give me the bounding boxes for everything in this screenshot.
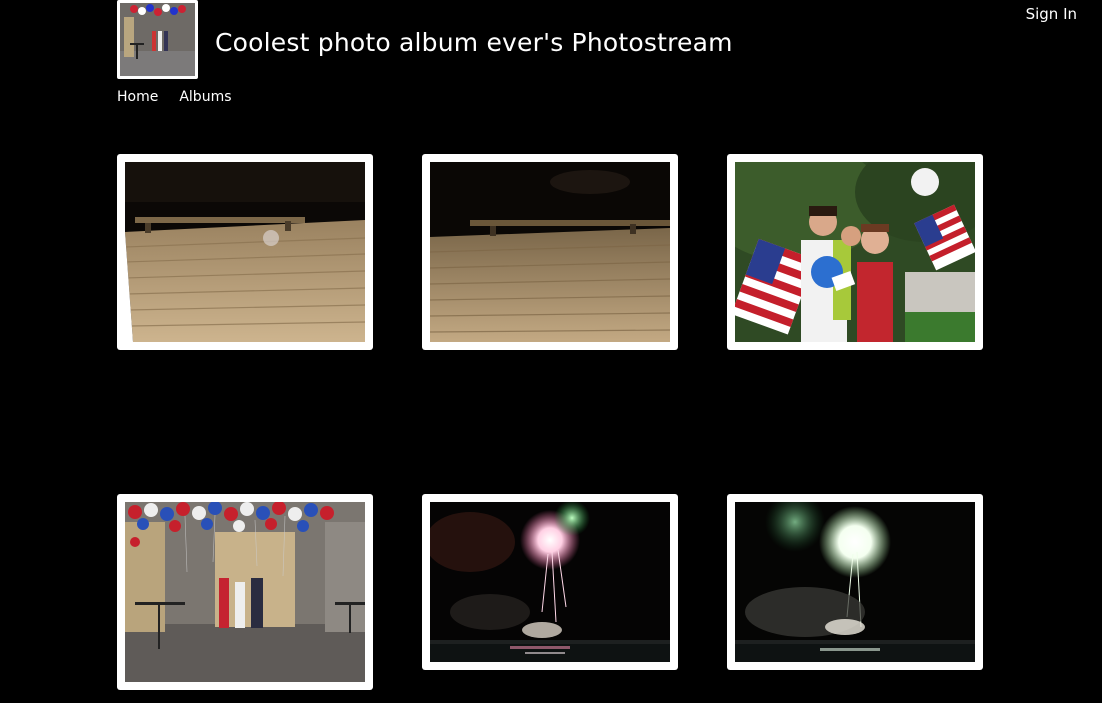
photo-thumbnail[interactable] [422, 494, 678, 670]
nav-home-link[interactable]: Home [117, 89, 158, 105]
photostream-page: Coolest photo album ever's Photostream S… [0, 0, 1102, 703]
photo-image [430, 162, 670, 342]
photo-image [125, 162, 365, 342]
album-avatar[interactable] [117, 0, 198, 79]
sign-in-link[interactable]: Sign In [1026, 5, 1077, 23]
photo-thumbnail[interactable] [117, 494, 373, 690]
nav-albums-link[interactable]: Albums [179, 89, 231, 105]
page-title: Coolest photo album ever's Photostream [215, 28, 733, 57]
photo-thumbnail[interactable] [422, 154, 678, 350]
photo-thumbnail[interactable] [727, 154, 983, 350]
main-nav: Home Albums [117, 89, 232, 105]
photo-image [735, 502, 975, 662]
photo-image [430, 502, 670, 662]
avatar-thumbnail-image [120, 3, 195, 76]
photo-image [735, 162, 975, 342]
photo-thumbnail[interactable] [727, 494, 983, 670]
photo-thumbnail[interactable] [117, 154, 373, 350]
photo-image [125, 502, 365, 682]
